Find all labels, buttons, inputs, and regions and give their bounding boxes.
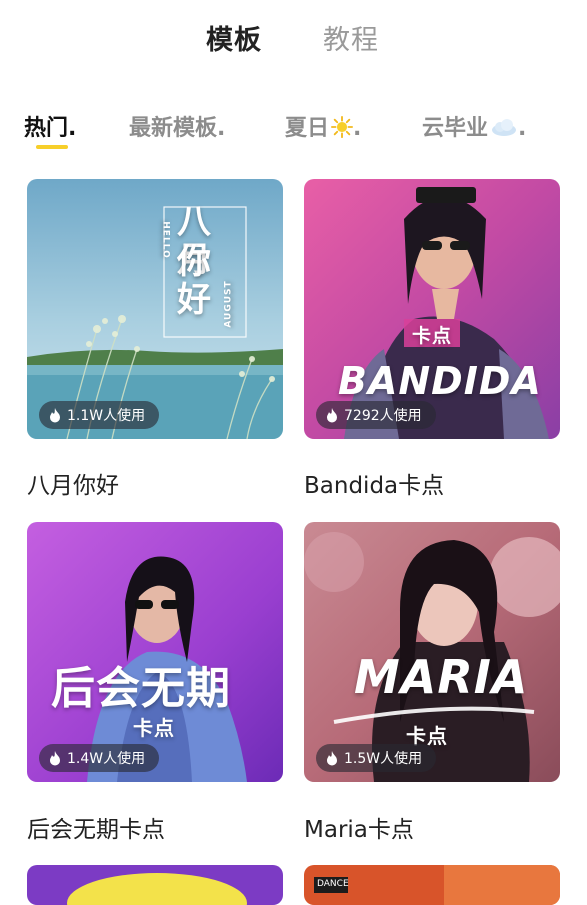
- usage-badge: 1.1W人使用: [39, 401, 160, 429]
- usage-count: 1.1W人使用: [67, 408, 146, 424]
- tab-templates[interactable]: 模板: [206, 18, 262, 57]
- template-card-bandida[interactable]: 卡点 BANDIDA 7292人使用: [304, 179, 560, 439]
- art-small-text: AUGUST: [223, 280, 234, 328]
- template-title[interactable]: 八月你好: [27, 466, 119, 500]
- art-title: MARIA: [354, 650, 529, 704]
- category-label: 云毕业: [422, 116, 489, 141]
- art-small-text: HELLO: [160, 221, 171, 259]
- template-card-august[interactable]: 八月 你好 HELLO AUGUST 1.1W人使用: [27, 179, 283, 439]
- tab-tutorials[interactable]: 教程: [323, 18, 379, 57]
- flame-icon: [327, 750, 337, 765]
- category-tab-graduation[interactable]: 云毕业 .: [422, 110, 526, 142]
- art-title: BANDIDA: [338, 359, 542, 403]
- usage-count: 7292人使用: [344, 408, 422, 424]
- template-card-partial-left[interactable]: [27, 865, 283, 905]
- template-title[interactable]: Bandida卡点: [304, 466, 444, 500]
- template-thumbnail: [27, 179, 283, 439]
- template-title[interactable]: 后会无期卡点: [27, 810, 165, 844]
- active-tab-indicator: [36, 145, 68, 149]
- art-tag: 卡点: [133, 716, 175, 740]
- category-label: 热门: [24, 116, 69, 141]
- template-title[interactable]: Maria卡点: [304, 810, 414, 844]
- category-label: 最新模板: [129, 116, 218, 141]
- category-tab-latest[interactable]: 最新模板.: [129, 110, 225, 142]
- template-card-partial-right[interactable]: DANCE: [304, 865, 560, 905]
- art-text: DANCE: [317, 879, 349, 889]
- category-label: 夏日: [285, 116, 330, 141]
- top-tab-bar: 模板 教程: [0, 18, 587, 62]
- usage-badge: 1.4W人使用: [39, 744, 160, 772]
- template-card-houhuiwuqi[interactable]: 后会无期 卡点 1.4W人使用: [27, 522, 283, 782]
- category-tabs: 热门. 最新模板. 夏日 . 云毕业 .: [0, 110, 587, 160]
- art-tag: 卡点: [412, 325, 453, 347]
- sun-icon: [331, 116, 354, 138]
- template-thumbnail: [27, 865, 283, 905]
- flame-icon: [327, 407, 337, 422]
- usage-badge: 1.5W人使用: [316, 744, 437, 772]
- flame-icon: [50, 407, 60, 422]
- art-title: 后会无期: [51, 663, 231, 714]
- usage-count: 1.5W人使用: [344, 751, 423, 767]
- template-card-maria[interactable]: MARIA 卡点 1.5W人使用: [304, 522, 560, 782]
- category-tab-summer[interactable]: 夏日 .: [285, 110, 361, 142]
- flame-icon: [50, 750, 60, 765]
- cloud-icon: [492, 119, 517, 136]
- category-tab-hot[interactable]: 热门.: [24, 110, 76, 142]
- usage-badge: 7292人使用: [316, 401, 436, 429]
- usage-count: 1.4W人使用: [67, 751, 146, 767]
